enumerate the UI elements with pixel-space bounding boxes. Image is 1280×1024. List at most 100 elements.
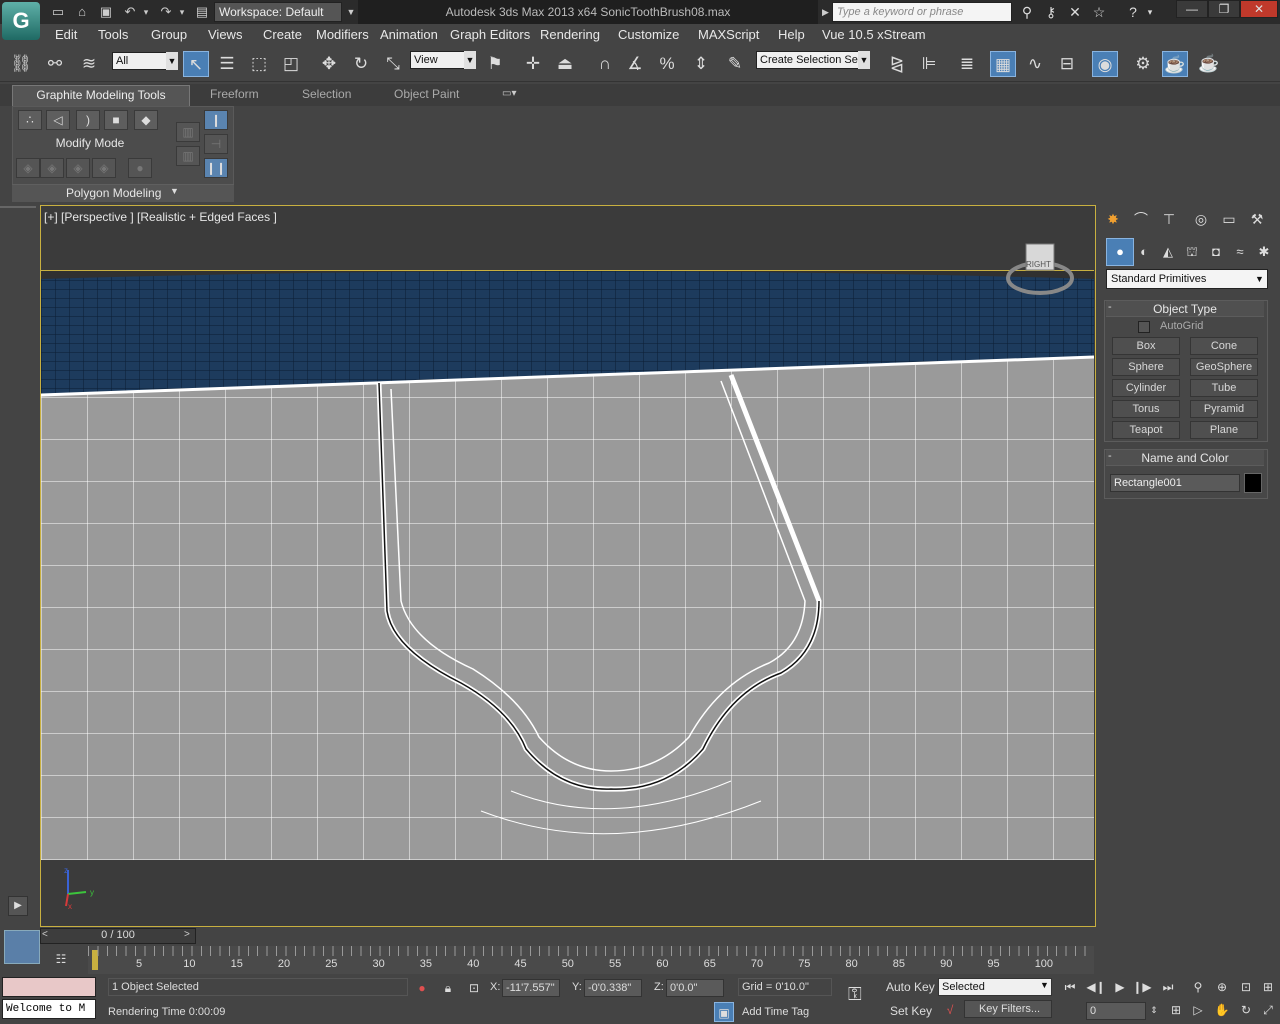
next-frame-icon[interactable]: ❙▶ <box>1132 977 1152 997</box>
geosphere-button[interactable]: GeoSphere <box>1190 358 1258 376</box>
search-input[interactable]: Type a keyword or phrase <box>832 2 1012 22</box>
new-file-icon[interactable]: ▭ <box>48 3 68 21</box>
x-coordinate-field[interactable]: -11'7.557" <box>502 979 560 997</box>
render-production-icon[interactable]: ☕ <box>1196 51 1222 77</box>
object-name-field[interactable]: Rectangle001 <box>1110 474 1240 492</box>
menu-customize[interactable]: Customize <box>618 27 679 42</box>
helpers-icon[interactable]: ◘ <box>1206 243 1226 261</box>
object-type-title[interactable]: Object Type <box>1106 301 1264 317</box>
vertex-mode-icon[interactable]: ∴ <box>18 110 42 130</box>
time-configuration-icon[interactable]: ⊞ <box>1166 1000 1186 1020</box>
z-coordinate-field[interactable]: 0'0.0" <box>666 979 724 997</box>
edit-named-selection-icon[interactable]: ✎ <box>722 51 748 77</box>
box-button[interactable]: Box <box>1112 337 1180 355</box>
polygon-mode-icon[interactable]: ■ <box>104 110 128 130</box>
link-icon[interactable]: ⛓ <box>8 51 34 77</box>
motion-tab-icon[interactable]: ◎ <box>1190 209 1212 229</box>
selection-lock-icon[interactable]: 🔒︎ <box>438 978 458 998</box>
time-slider-label[interactable]: 0 / 100 <box>58 929 178 941</box>
redo-icon[interactable]: ↷ <box>156 3 176 21</box>
geometry-icon[interactable]: ● <box>1110 243 1130 261</box>
element-mode-icon[interactable]: ◆ <box>134 110 158 130</box>
tab-object-paint[interactable]: Object Paint <box>394 87 459 101</box>
menu-maxscript[interactable]: MAXScript <box>698 27 759 42</box>
hierarchy-tab-icon[interactable]: ⊤ <box>1158 209 1180 229</box>
key-filters-button[interactable]: Key Filters... <box>964 1000 1052 1018</box>
next-modifier-icon[interactable]: ◈ <box>40 158 64 178</box>
menu-views[interactable]: Views <box>208 27 242 42</box>
show-end-result-icon[interactable]: ◈ <box>92 158 116 178</box>
menu-graph-editors[interactable]: Graph Editors <box>450 27 530 42</box>
menu-help[interactable]: Help <box>778 27 805 42</box>
curve-editor-icon[interactable]: ∿ <box>1022 51 1048 77</box>
reference-coordinate-dropdown[interactable]: View <box>410 51 466 69</box>
time-tag-icon[interactable]: ▣ <box>714 1002 734 1022</box>
expand-search-icon[interactable]: ▶ <box>822 4 832 20</box>
polygon-modeling-label[interactable]: Polygon Modeling <box>66 186 161 200</box>
render-setup-icon[interactable]: ⚙ <box>1130 51 1156 77</box>
zoom-extents-icon[interactable]: ⊡ <box>1236 977 1256 997</box>
select-and-rotate-icon[interactable]: ↻ <box>348 51 374 77</box>
menu-vue-xstream[interactable]: Vue 10.5 xStream <box>822 27 926 42</box>
select-and-move-icon[interactable]: ✥ <box>316 51 342 77</box>
collapse-rollout-icon[interactable]: - <box>1108 450 1112 462</box>
zoom-all-icon[interactable]: ⊕ <box>1212 977 1232 997</box>
go-to-end-icon[interactable]: ⏭ <box>1158 977 1178 997</box>
key-mode-dropdown[interactable]: Selected <box>938 978 1052 996</box>
align-icon[interactable]: ⊫ <box>916 51 942 77</box>
current-frame-field[interactable]: 0 <box>1086 1002 1146 1020</box>
frame-spinner-icon[interactable]: ⇕ <box>1144 1000 1164 1020</box>
previous-frame-arrow-icon[interactable]: < <box>42 929 48 940</box>
bind-space-warp-icon[interactable]: ≋ <box>76 51 102 77</box>
zoom-icon[interactable]: ⚲ <box>1188 977 1208 997</box>
viewcube-face-label[interactable]: RIGHT <box>1026 260 1051 269</box>
name-and-color-title[interactable]: Name and Color <box>1106 450 1264 466</box>
edit-poly-mode-2-icon[interactable]: ▥ <box>176 146 200 166</box>
menu-modifiers[interactable]: Modifiers <box>316 27 369 42</box>
schematic-view-icon[interactable]: ⊟ <box>1054 51 1080 77</box>
maxscript-listener-input[interactable] <box>2 977 96 997</box>
collapse-stack-icon[interactable]: ● <box>128 158 152 178</box>
collapse-rollout-icon[interactable]: - <box>1108 301 1112 313</box>
chevron-down-icon[interactable]: ▼ <box>1040 980 1049 990</box>
ribbon-option-2-icon[interactable]: ⊣ <box>204 134 228 154</box>
project-folder-icon[interactable]: ▤ <box>192 3 212 21</box>
minimize-button[interactable]: — <box>1176 0 1208 18</box>
torus-button[interactable]: Torus <box>1112 400 1180 418</box>
play-icon[interactable]: ▶ <box>1110 977 1130 997</box>
systems-icon[interactable]: ✱ <box>1254 243 1274 261</box>
help-dropdown-icon[interactable]: ▾ <box>1144 3 1156 21</box>
expand-left-icon[interactable]: ▶ <box>8 896 28 916</box>
cylinder-button[interactable]: Cylinder <box>1112 379 1180 397</box>
autogrid-checkbox[interactable] <box>1138 321 1150 333</box>
sphere-button[interactable]: Sphere <box>1112 358 1180 376</box>
next-frame-arrow-icon[interactable]: > <box>184 929 190 940</box>
unlink-icon[interactable]: ⚯ <box>42 51 68 77</box>
track-bar-menu-icon[interactable]: ☷ <box>50 952 72 972</box>
modify-tab-icon[interactable]: ⌒ <box>1130 209 1152 229</box>
menu-create[interactable]: Create <box>263 27 302 42</box>
cone-button[interactable]: Cone <box>1190 337 1258 355</box>
chevron-down-icon[interactable]: ▼ <box>344 2 358 22</box>
isolate-selection-icon[interactable]: ● <box>412 978 432 998</box>
window-crossing-icon[interactable]: ◰ <box>278 51 304 77</box>
menu-rendering[interactable]: Rendering <box>540 27 600 42</box>
selection-filter-dropdown[interactable]: All <box>112 52 168 70</box>
viewport-label[interactable]: [+] [Perspective ] [Realistic + Edged Fa… <box>44 210 277 224</box>
maxscript-output[interactable]: Welcome to M <box>2 999 96 1019</box>
rectangular-selection-icon[interactable]: ⬚ <box>246 51 272 77</box>
cameras-icon[interactable]: ⛫ <box>1182 243 1202 261</box>
primitive-type-dropdown[interactable]: Standard Primitives <box>1106 269 1268 289</box>
help-icon[interactable]: ? <box>1122 3 1144 21</box>
previous-frame-icon[interactable]: ◀❙ <box>1086 977 1106 997</box>
object-color-swatch[interactable] <box>1244 473 1262 493</box>
edge-mode-icon[interactable]: ◁ <box>46 110 70 130</box>
subscription-key-icon[interactable]: ⚷ <box>1040 3 1062 21</box>
tube-button[interactable]: Tube <box>1190 379 1258 397</box>
y-coordinate-field[interactable]: -0'0.338" <box>584 979 642 997</box>
close-button[interactable]: ✕ <box>1240 0 1278 18</box>
save-file-icon[interactable]: ▣ <box>96 3 116 21</box>
add-time-tag-button[interactable]: Add Time Tag <box>742 1006 809 1018</box>
select-manipulate-icon[interactable]: ✛ <box>520 51 546 77</box>
pan-view-icon[interactable]: ✋ <box>1212 1000 1232 1020</box>
